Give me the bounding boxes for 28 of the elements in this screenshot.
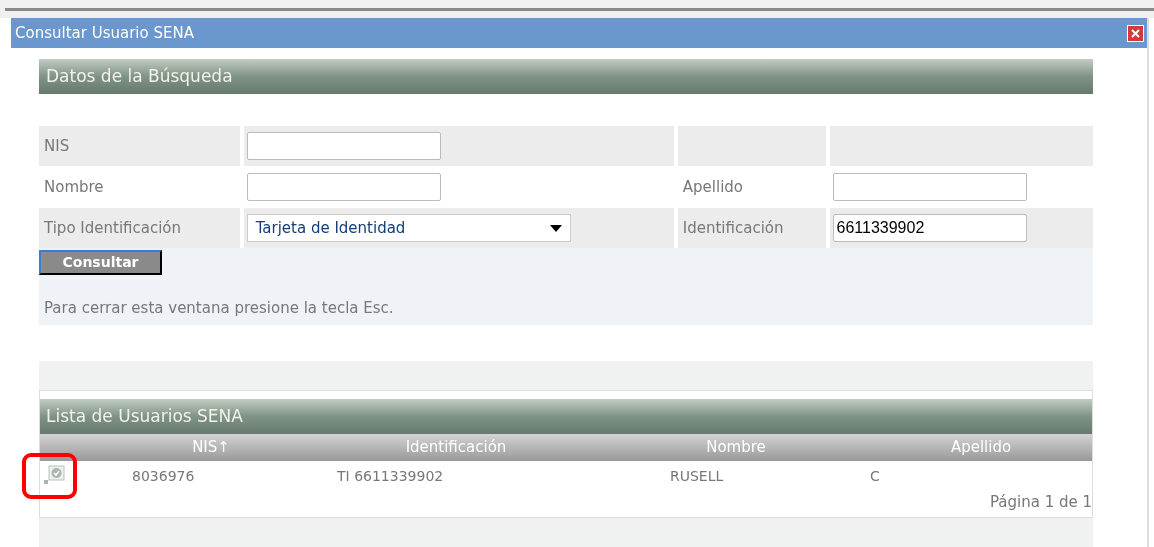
- select-field[interactable]: Tarjeta de Identidad: [246, 214, 571, 242]
- close-button[interactable]: [1127, 24, 1144, 42]
- column-header[interactable]: Apellido: [871, 436, 1091, 459]
- table-cell-text: RUSELL: [670, 466, 724, 486]
- column-header[interactable]: Nombre: [601, 436, 871, 459]
- field-label: Apellido: [682, 176, 743, 198]
- field-label: Nombre: [44, 176, 104, 198]
- close-icon: [1131, 28, 1140, 38]
- column-header[interactable]: Identificación: [311, 436, 601, 459]
- input-field[interactable]: [832, 173, 1027, 201]
- select-row-icon[interactable]: [44, 464, 68, 486]
- field-label: NIS: [44, 135, 70, 157]
- section-header: Lista de Usuarios SENA: [40, 399, 1092, 434]
- pagination-text: Página 1 de 1: [989, 492, 1092, 513]
- dropdown-arrow-icon: [549, 224, 562, 232]
- consultar-button[interactable]: Consultar: [39, 250, 162, 275]
- section-header: Datos de la Búsqueda: [39, 59, 1093, 94]
- table-cell-text: 8036976: [132, 466, 195, 486]
- field-label: Identificación: [682, 217, 784, 239]
- input-field[interactable]: [246, 173, 441, 201]
- hint-text: Para cerrar esta ventana presione la tecla Esc.: [44, 298, 395, 319]
- field-label: Tipo Identificación: [44, 217, 182, 239]
- input-field[interactable]: 6611339902: [832, 214, 1027, 242]
- column-header[interactable]: NIS↑: [111, 436, 311, 459]
- table-cell-text: C: [870, 466, 880, 486]
- window-title: Consultar Usuario SENA: [15, 22, 194, 44]
- input-field[interactable]: [246, 132, 441, 160]
- table-cell-text: TI 6611339902: [337, 466, 444, 486]
